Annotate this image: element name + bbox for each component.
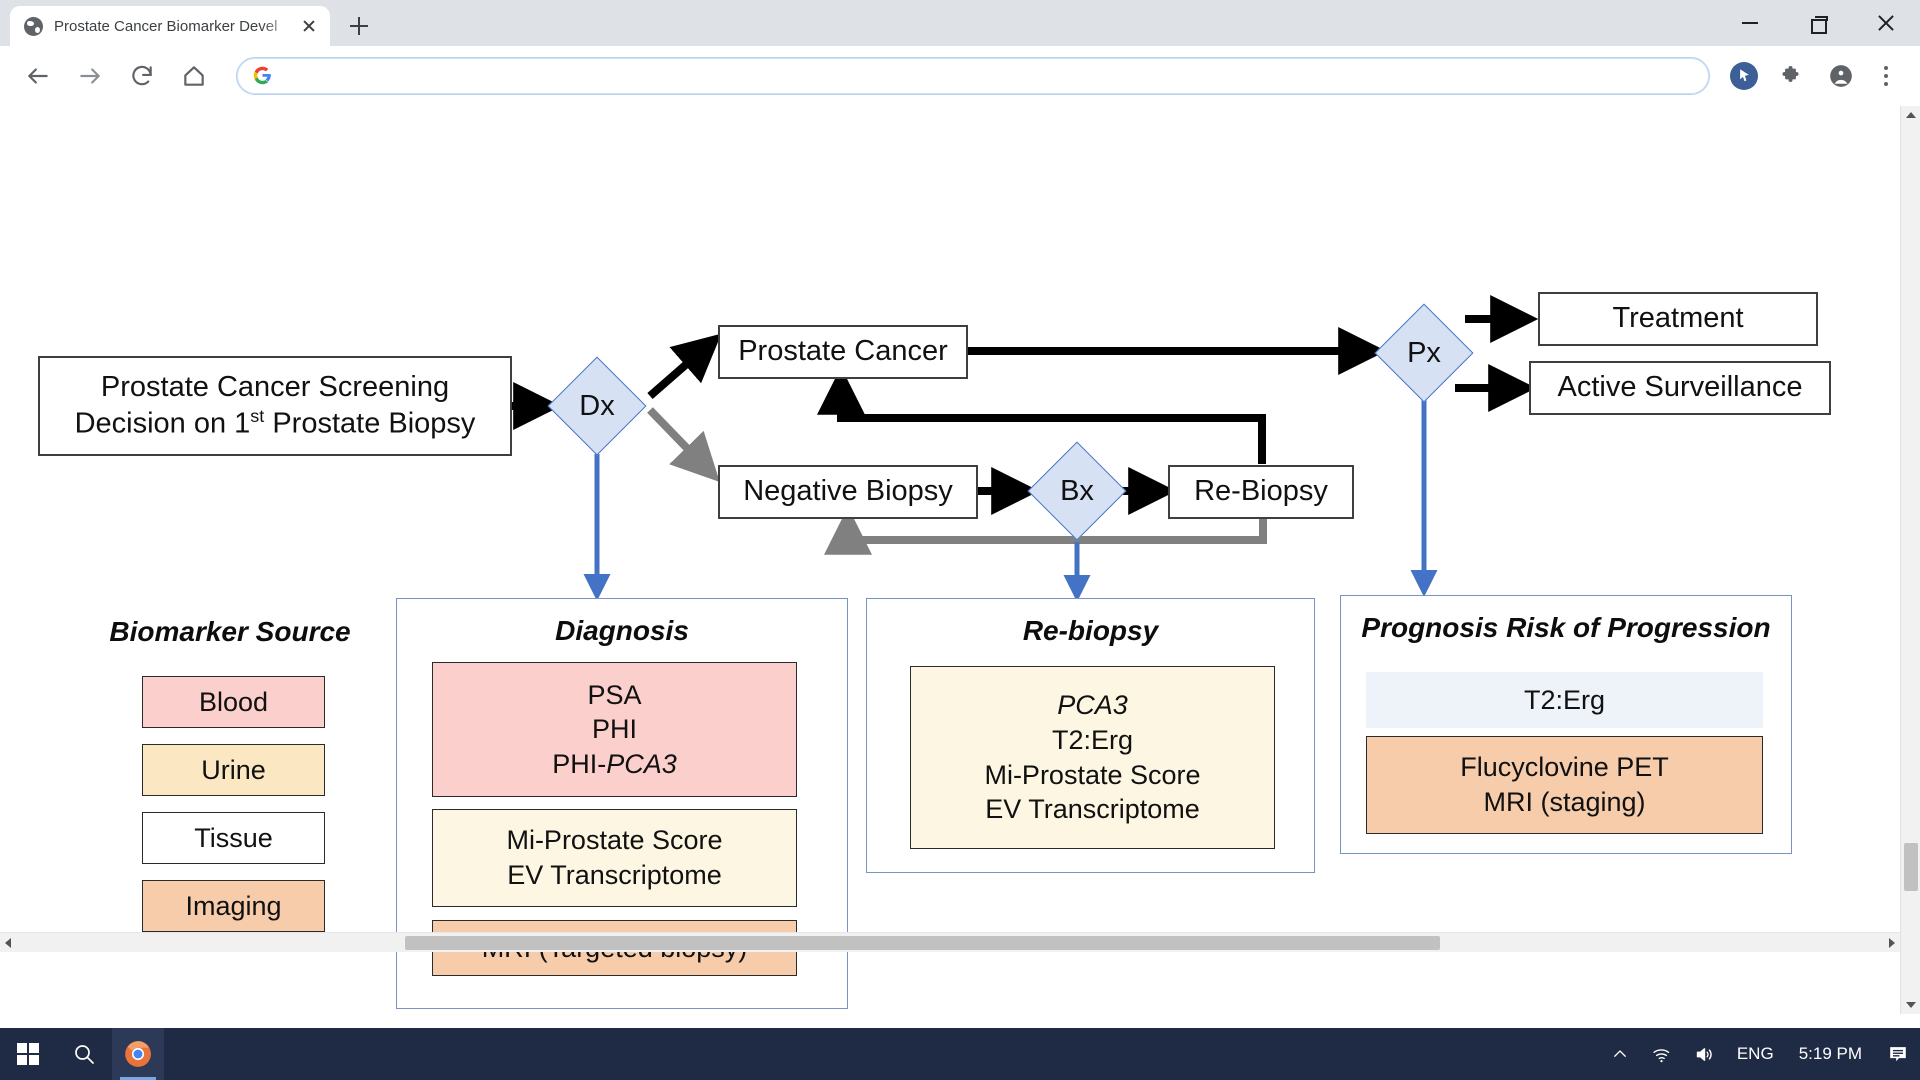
vertical-scrollbar-thumb[interactable]	[1904, 843, 1918, 891]
horizontal-scrollbar[interactable]	[0, 932, 1900, 952]
node-prostate-cancer[interactable]: Prostate Cancer	[718, 325, 968, 379]
node-re-biopsy[interactable]: Re-Biopsy	[1168, 465, 1354, 519]
tab-title: Prostate Cancer Biomarker Devel	[54, 17, 278, 35]
wifi-icon[interactable]	[1640, 1028, 1683, 1080]
panel-prognosis-title: Prognosis Risk of Progression	[1361, 612, 1771, 643]
chip-line: Flucyclovine PET	[1460, 752, 1669, 783]
legend-item-urine[interactable]: Urine	[142, 744, 325, 796]
taskbar-clock[interactable]: 5:19 PM	[1785, 1028, 1876, 1080]
address-bar[interactable]	[236, 56, 1710, 95]
three-dot-menu-icon[interactable]	[1874, 61, 1898, 91]
minimize-icon	[1742, 22, 1758, 24]
forward-arrow-icon[interactable]	[70, 56, 110, 96]
chip-line: T2:Erg	[1523, 684, 1606, 715]
speaker-icon[interactable]	[1683, 1028, 1726, 1080]
back-arrow-icon[interactable]	[18, 56, 58, 96]
maximize-icon	[1810, 16, 1828, 34]
scroll-down-arrow-icon[interactable]	[1905, 1002, 1916, 1008]
screening-line-2-a: Decision on 1	[74, 407, 251, 440]
chip-line: T2:Erg	[1051, 724, 1134, 755]
chip-diagnosis-blood[interactable]: PSA PHI PHI-PCA3	[432, 662, 797, 797]
page-canvas: Prostate Cancer Screening Decision on 1s…	[0, 106, 1900, 1009]
google-g-icon	[253, 66, 272, 85]
legend-item-imaging[interactable]: Imaging	[142, 880, 325, 932]
globe-icon	[24, 16, 43, 36]
notification-center-icon[interactable]	[1876, 1028, 1920, 1080]
language-indicator[interactable]: ENG	[1726, 1028, 1785, 1080]
account-avatar-icon[interactable]	[1828, 63, 1854, 89]
window-controls	[1716, 0, 1920, 46]
legend-item-tissue[interactable]: Tissue	[142, 812, 325, 864]
reload-icon[interactable]	[122, 56, 162, 96]
chrome-icon[interactable]	[112, 1028, 164, 1080]
screening-line-2-b: Prostate Biopsy	[264, 407, 476, 440]
vertical-scrollbar[interactable]	[1900, 106, 1920, 1014]
legend-item-urine-label: Urine	[201, 754, 266, 785]
chip-line: PSA	[587, 679, 642, 710]
chip-line: EV Transcriptome	[985, 794, 1200, 825]
legend-item-blood[interactable]: Blood	[142, 676, 325, 728]
screening-ordinal-suffix: st	[250, 405, 265, 426]
close-icon	[1877, 14, 1895, 32]
node-screening[interactable]: Prostate Cancer Screening Decision on 1s…	[38, 356, 512, 456]
windows-taskbar: ENG 5:19 PM	[0, 1028, 1920, 1080]
window-close-button[interactable]	[1852, 0, 1920, 46]
toolbar-actions	[1720, 61, 1908, 91]
browser-toolbar	[0, 46, 1920, 106]
node-treatment[interactable]: Treatment	[1538, 292, 1818, 346]
maximize-button[interactable]	[1784, 0, 1852, 46]
new-tab-button[interactable]	[342, 9, 376, 43]
decision-dx-label: Dx	[579, 389, 615, 422]
windows-start-icon[interactable]	[0, 1028, 56, 1080]
scroll-left-arrow-icon[interactable]	[5, 937, 11, 948]
chip-diagnosis-urine[interactable]: Mi-Prostate Score EV Transcriptome	[432, 809, 797, 907]
chip-line: MRI (staging)	[1483, 787, 1646, 817]
screening-line-2: Decision on 1st Prostate Biopsy	[75, 406, 476, 442]
tab-strip: Prostate Cancer Biomarker Devel	[0, 0, 1920, 46]
legend-title: Biomarker Source	[109, 616, 351, 647]
node-negative-biopsy[interactable]: Negative Biopsy	[718, 465, 978, 519]
panel-diagnosis-title: Diagnosis	[555, 615, 689, 646]
horizontal-scrollbar-thumb[interactable]	[405, 936, 1440, 950]
decision-bx-label: Bx	[1060, 474, 1094, 507]
page-viewport: Prostate Cancer Screening Decision on 1s…	[0, 106, 1920, 1014]
decision-px-label: Px	[1407, 336, 1441, 369]
show-hidden-icons-icon[interactable]	[1600, 1028, 1640, 1080]
chip-line: PHI	[591, 714, 637, 745]
screening-line-1: Prostate Cancer Screening	[100, 371, 450, 404]
system-tray: ENG 5:19 PM	[1600, 1028, 1920, 1080]
biomarker-flow-diagram: Prostate Cancer Screening Decision on 1s…	[0, 106, 1900, 1009]
chip-line: PCA3	[1057, 690, 1128, 721]
search-icon[interactable]	[56, 1028, 112, 1080]
legend-item-imaging-label: Imaging	[185, 890, 282, 921]
chip-prognosis-imaging[interactable]: Flucyclovine PET MRI (staging)	[1366, 736, 1763, 834]
puzzle-piece-icon[interactable]	[1780, 64, 1804, 88]
legend-item-blood-label: Blood	[198, 686, 269, 717]
close-icon[interactable]	[298, 15, 320, 37]
chip-line: Mi-Prostate Score	[984, 759, 1201, 790]
minimize-button[interactable]	[1716, 0, 1784, 46]
node-active-surveillance[interactable]: Active Surveillance	[1529, 361, 1831, 415]
browser-tab[interactable]: Prostate Cancer Biomarker Devel	[10, 6, 330, 46]
chip-line-italic: PCA3	[606, 748, 677, 779]
home-icon[interactable]	[174, 56, 214, 96]
chip-line: Mi-Prostate Score	[506, 825, 723, 856]
browser-window: Prostate Cancer Biomarker Devel Prostate…	[0, 0, 1920, 1080]
panel-re-biopsy-title: Re-biopsy	[1022, 615, 1159, 646]
scroll-right-arrow-icon[interactable]	[1889, 937, 1895, 948]
scroll-up-arrow-icon[interactable]	[1905, 112, 1916, 118]
chip-prognosis-tissue[interactable]: T2:Erg	[1366, 672, 1763, 728]
legend-item-tissue-label: Tissue	[194, 822, 273, 853]
chip-line: EV Transcriptome	[507, 860, 722, 890]
chip-line: PHI-PCA3	[552, 748, 677, 779]
chip-re-biopsy-urine[interactable]: PCA3 T2:Erg Mi-Prostate Score EV Transcr…	[910, 666, 1275, 849]
cursor-pointer-icon[interactable]	[1730, 61, 1758, 90]
